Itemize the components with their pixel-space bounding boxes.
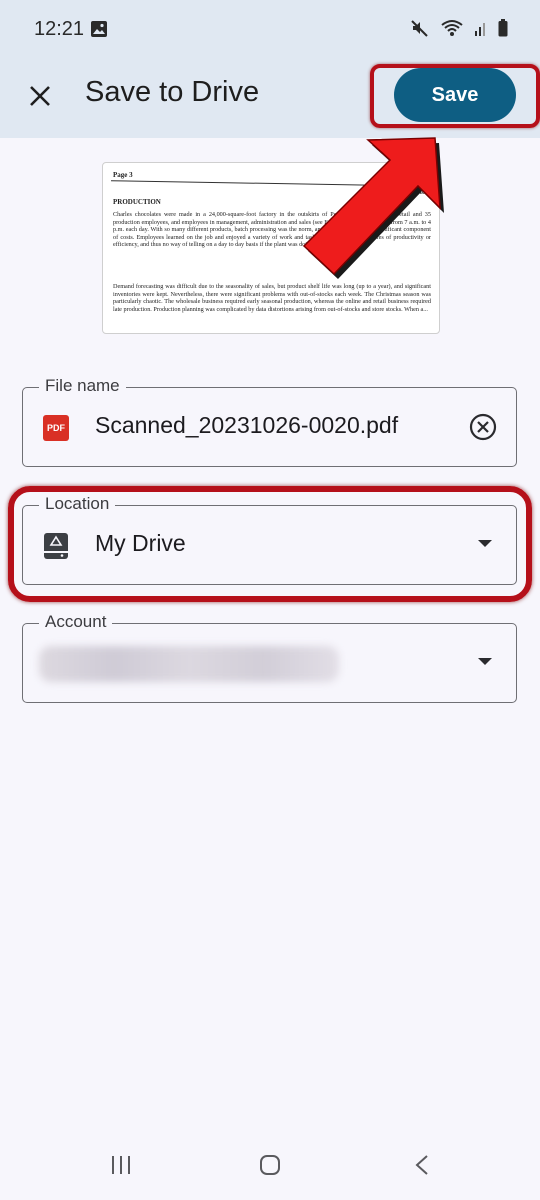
file-name-field[interactable]: File name PDF Scanned_20231026-0020.pdf <box>22 376 517 467</box>
battery-icon <box>498 19 508 42</box>
back-icon[interactable] <box>414 1154 430 1176</box>
page-title: Save to Drive <box>85 76 260 108</box>
status-time: 12:21 <box>34 18 85 40</box>
signal-icon <box>474 19 488 42</box>
home-icon[interactable] <box>259 1154 281 1176</box>
location-highlight-annotation <box>8 486 532 602</box>
file-name-input[interactable]: Scanned_20231026-0020.pdf <box>95 412 398 439</box>
system-nav-bar <box>0 1130 540 1200</box>
image-icon <box>90 20 108 43</box>
preview-heading: PRODUCTION <box>113 198 161 206</box>
red-arrow-annotation <box>302 137 444 279</box>
file-name-label: File name <box>39 376 126 396</box>
account-value-blurred <box>39 646 339 682</box>
status-icons <box>410 18 508 43</box>
close-icon <box>30 86 50 106</box>
status-bar: 12:21 <box>0 0 540 58</box>
recent-apps-icon[interactable] <box>110 1154 132 1176</box>
close-button[interactable] <box>22 78 58 114</box>
mute-icon <box>410 18 430 43</box>
save-button[interactable]: Save <box>394 68 516 122</box>
preview-page-label: Page 3 <box>113 171 133 179</box>
pdf-icon: PDF <box>43 415 69 441</box>
wifi-icon <box>440 18 464 43</box>
dropdown-arrow-icon[interactable] <box>478 658 492 665</box>
account-dropdown[interactable]: Account <box>22 612 517 703</box>
account-label: Account <box>39 612 113 632</box>
clear-icon[interactable] <box>468 412 498 442</box>
